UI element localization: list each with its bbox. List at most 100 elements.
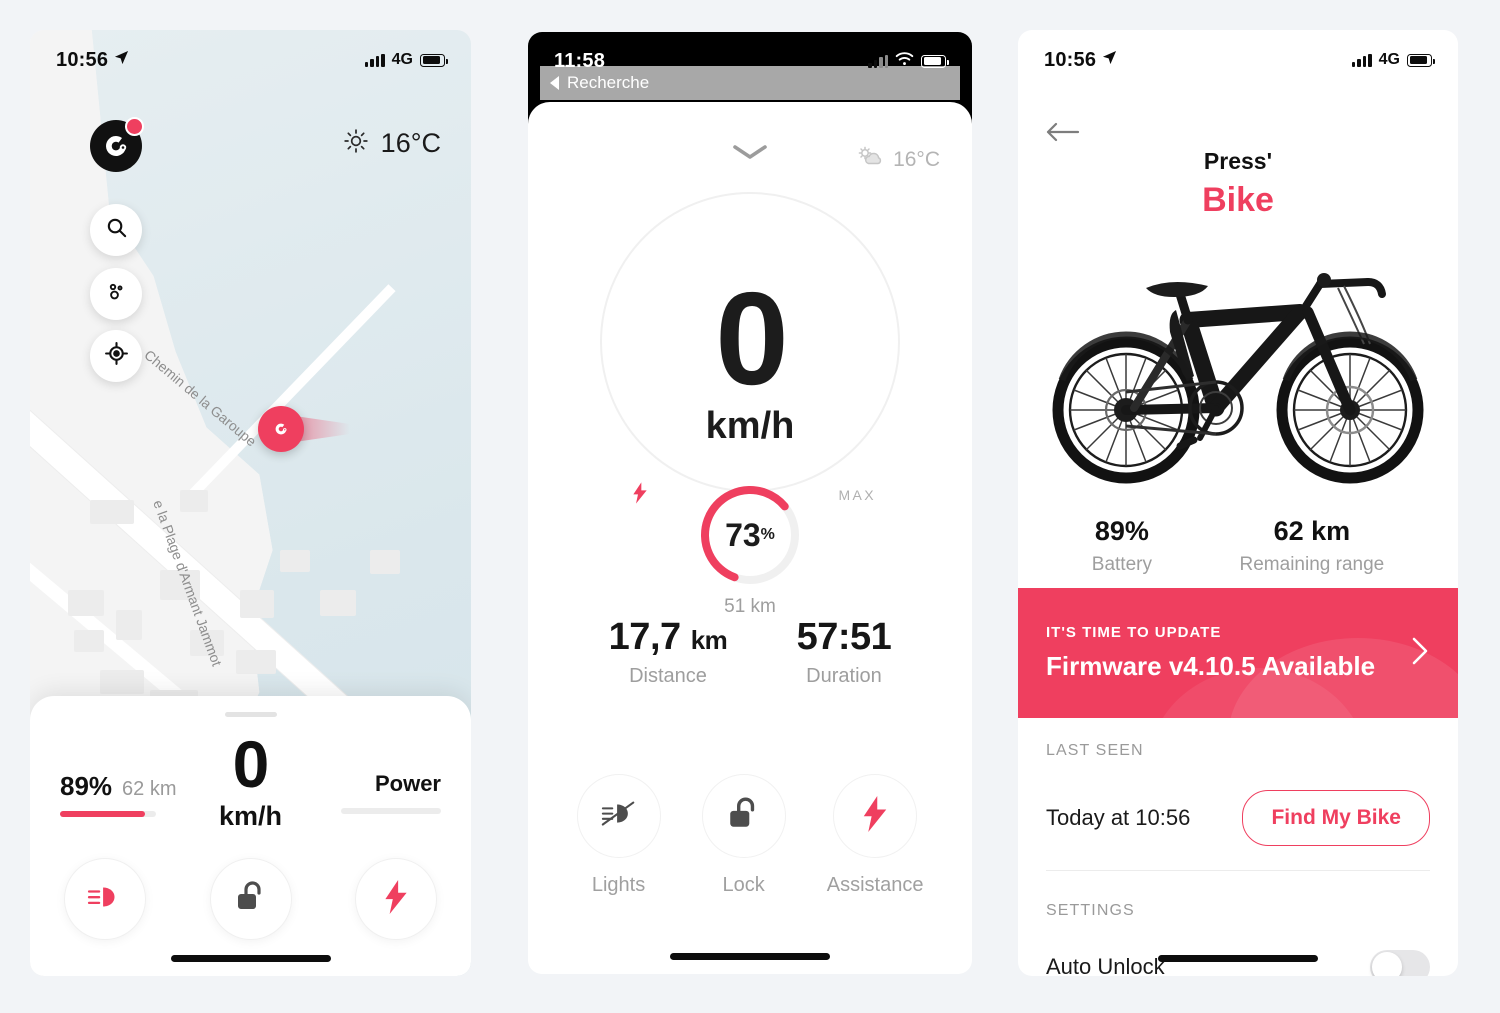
- power-label: Power: [374, 771, 441, 796]
- bike-detail-screen: 10:56 4G Press' Bike 89% Battery 62 km R…: [1018, 30, 1458, 976]
- map-building: [68, 590, 104, 616]
- speed-gauge: 0 km/h MAX 73% 51 km: [528, 182, 972, 617]
- network-type-label: 4G: [391, 51, 413, 68]
- bike-model: Bike: [1202, 181, 1274, 219]
- map-building: [280, 550, 310, 572]
- back-button[interactable]: [1046, 120, 1080, 149]
- partly-cloudy-icon: [857, 146, 883, 174]
- bike-brand: Press': [1203, 148, 1273, 174]
- assistance-label: Assistance: [826, 874, 924, 896]
- auto-unlock-toggle[interactable]: [1370, 950, 1430, 976]
- stat-duration: 57:51 Duration: [797, 616, 892, 688]
- map-building: [240, 590, 274, 618]
- ride-screen: 11:58 Recherche 16°C 0 km/h MAX 73 % 51 …: [528, 32, 972, 974]
- assistance-action[interactable]: Assistance: [826, 774, 924, 897]
- app-logo[interactable]: [90, 117, 144, 172]
- chevron-right-icon: [1410, 635, 1430, 672]
- status-left: 10:56: [1044, 49, 1117, 72]
- lock-label: Lock: [722, 874, 765, 896]
- lights-button[interactable]: [576, 774, 661, 858]
- speed-unit: km/h: [218, 801, 283, 831]
- lights-button[interactable]: [64, 858, 146, 940]
- lights-label: Lights: [591, 874, 646, 896]
- bike-image: [1018, 260, 1458, 490]
- status-time: 10:56: [56, 48, 109, 71]
- signal-bars-icon: [868, 54, 888, 68]
- status-bar: 11:58: [528, 32, 972, 78]
- battery-fill: [60, 811, 146, 817]
- lights-action[interactable]: Lights: [576, 774, 661, 897]
- weather-temperature: 16°C: [380, 128, 441, 158]
- map-building: [370, 550, 400, 574]
- status-time: 10:56: [1044, 48, 1097, 71]
- stat-value: 62 km: [1273, 516, 1351, 546]
- locate-button[interactable]: [90, 330, 142, 382]
- unlock-padlock-icon: [728, 796, 760, 837]
- battery-range: 51 km: [724, 596, 776, 617]
- assistance-button[interactable]: [833, 774, 918, 858]
- wifi-icon: [895, 51, 914, 71]
- firmware-update-banner[interactable]: IT'S TIME TO UPDATE Firmware v4.10.5 Ava…: [1018, 588, 1458, 718]
- battery-track: [60, 811, 156, 817]
- weather-indicator: 16°C: [857, 146, 940, 174]
- status-bar: 10:56 4G: [30, 30, 471, 76]
- auto-unlock-row[interactable]: Auto Unlock: [1046, 950, 1430, 976]
- signal-bars-icon: [364, 53, 385, 67]
- battery-line: 89% 62 km: [60, 771, 180, 802]
- lock-button[interactable]: [209, 858, 292, 940]
- last-seen-section: LAST SEEN Today at 10:56 Find My Bike: [1018, 742, 1458, 846]
- collapse-button[interactable]: [731, 142, 769, 167]
- bike-status-sheet[interactable]: 89% 62 km 0 km/h Power: [30, 696, 471, 976]
- stat-unit: km: [690, 625, 728, 655]
- find-my-bike-button[interactable]: Find My Bike: [1242, 790, 1430, 846]
- max-label: MAX: [838, 487, 876, 503]
- map-building: [180, 490, 208, 512]
- triangle-left-icon: [550, 76, 559, 90]
- layers-button[interactable]: [90, 268, 142, 320]
- battery-icon: [420, 53, 448, 67]
- status-right: [868, 51, 949, 71]
- speed-display: 0 km/h: [706, 265, 795, 448]
- power-track: [341, 808, 441, 814]
- stat-value: 57:51: [796, 616, 892, 658]
- crosshair-icon: [104, 341, 129, 371]
- map-building: [320, 590, 356, 616]
- ride-actions: Lights Lock Assistance: [528, 774, 972, 897]
- battery-percent: 89%: [60, 771, 113, 801]
- speed-value: 0: [715, 265, 788, 412]
- home-indicator: [170, 955, 331, 962]
- map-building: [100, 670, 144, 694]
- sheet-summary-row: 89% 62 km 0 km/h Power: [60, 731, 441, 832]
- location-arrow-icon: [1102, 50, 1117, 70]
- battery-icon: [1407, 53, 1435, 67]
- auto-unlock-label: Auto Unlock: [1046, 954, 1165, 976]
- bike-title: Press' Bike: [1018, 148, 1458, 220]
- firmware-kicker: IT'S TIME TO UPDATE: [1046, 624, 1222, 641]
- map-screen: Chemin de la Garoupe e la Plage d'Armant…: [30, 30, 471, 976]
- stat-value-group: 17,7 km: [609, 616, 728, 659]
- lock-button[interactable]: [701, 774, 786, 858]
- firmware-text: IT'S TIME TO UPDATE Firmware v4.10.5 Ava…: [1046, 624, 1375, 682]
- status-right: 4G: [364, 51, 448, 69]
- speed-value: 0: [232, 727, 270, 801]
- stat-label: Duration: [806, 665, 882, 687]
- battery-percent-value: 73: [725, 516, 761, 553]
- assistance-button[interactable]: [355, 858, 437, 940]
- battery-summary: 89% 62 km: [60, 731, 180, 817]
- search-icon: [105, 216, 128, 244]
- stat-distance: 17,7 km Distance: [609, 616, 728, 688]
- lock-action[interactable]: Lock: [701, 774, 786, 897]
- status-left: 10:56: [56, 49, 129, 72]
- bike-location-marker[interactable]: [258, 406, 304, 452]
- ebike-side-view-illustration: [1052, 273, 1424, 484]
- bike-stats: 89% Battery 62 km Remaining range: [1018, 516, 1458, 576]
- status-bar: 10:56 4G: [1018, 30, 1458, 76]
- headlight-icon: [86, 884, 124, 915]
- search-button[interactable]: [90, 204, 142, 256]
- stat-value-group: 57:51: [797, 616, 892, 659]
- map-building: [74, 630, 104, 652]
- map-building: [116, 610, 142, 640]
- sheet-grabber[interactable]: [224, 712, 277, 717]
- battery-icon: [921, 54, 949, 68]
- network-type-label: 4G: [1378, 51, 1400, 68]
